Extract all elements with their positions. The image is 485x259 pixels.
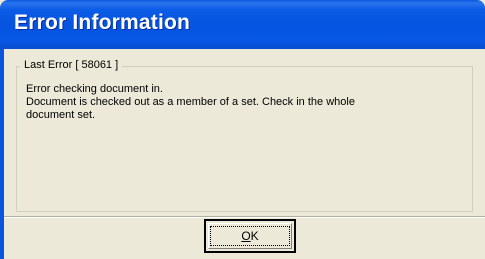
error-message-line-1: Error checking document in.	[26, 83, 163, 95]
last-error-legend: Last Error [ 58061 ]	[20, 57, 123, 73]
button-area-divider-highlight	[4, 217, 485, 218]
ok-button[interactable]: OK	[204, 219, 296, 253]
error-message-line-3: document set.	[26, 109, 96, 121]
ok-button-label-rest: K	[250, 229, 259, 243]
error-dialog: Error Information Last Error [ 58061 ] E…	[0, 0, 485, 259]
window-frame-left	[0, 49, 4, 259]
error-message-line-2: Document is checked out as a member of a…	[26, 96, 355, 108]
title-bar[interactable]: Error Information	[0, 0, 485, 49]
dialog-title: Error Information	[14, 11, 191, 34]
error-message: Error checking document in. Document is …	[26, 83, 456, 122]
ok-button-mnemonic: O	[241, 229, 251, 243]
ok-button-label: OK	[206, 229, 294, 243]
